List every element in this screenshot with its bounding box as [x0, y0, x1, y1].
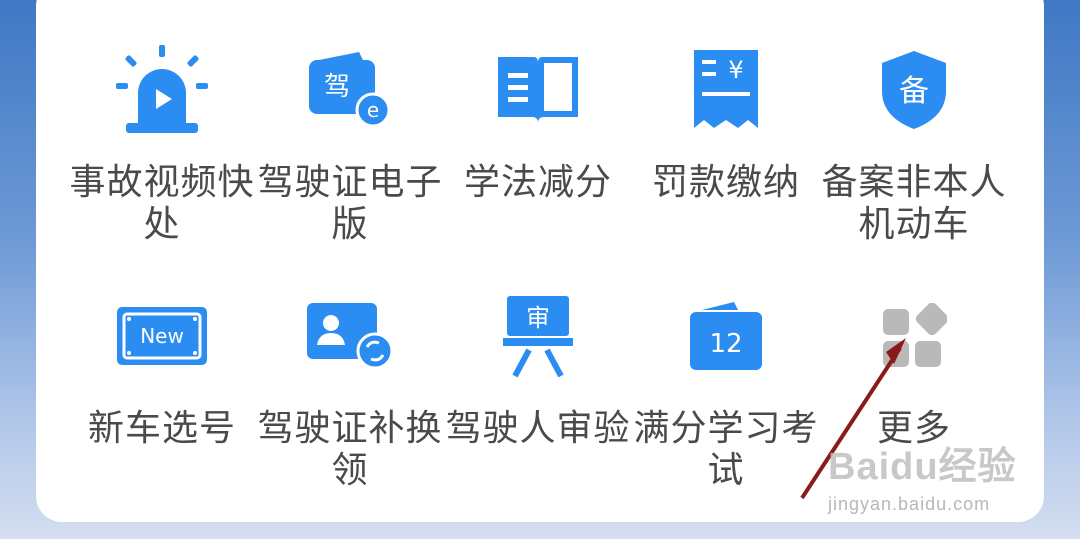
svg-text:e: e: [367, 98, 379, 122]
services-card: 事故视频快处 驾 e 驾驶证电子版 学法减分 ¥ 罚款缴纳 备 备案非本人机动车…: [36, 0, 1044, 522]
service-label: 新车选号: [87, 408, 236, 449]
svg-text:驾: 驾: [324, 72, 350, 102]
calendar-12-icon: 12: [676, 286, 776, 386]
service-label: 驾驶人审验: [445, 408, 631, 449]
service-label: 更多: [876, 408, 951, 449]
service-accident-video[interactable]: 事故视频快处: [68, 40, 256, 246]
watermark: Baidu经验 jingyan.baidu.com: [828, 447, 1028, 527]
service-license-renew[interactable]: 驾驶证补换领: [256, 286, 444, 492]
svg-text:¥: ¥: [728, 56, 743, 84]
service-label: 满分学习考试: [633, 408, 819, 491]
service-new-plate[interactable]: New 新车选号: [68, 286, 256, 450]
service-label: 驾驶证补换领: [257, 408, 443, 491]
svg-text:New: New: [140, 324, 184, 348]
watermark-url: jingyan.baidu.com: [828, 494, 991, 514]
service-label: 驾驶证电子版: [257, 162, 443, 245]
svg-text:备: 备: [899, 74, 929, 109]
watermark-brand: Baidu经验: [828, 446, 1017, 488]
service-vehicle-filing[interactable]: 备 备案非本人机动车: [820, 40, 1008, 246]
fine-receipt-icon: ¥: [676, 40, 776, 140]
siren-video-icon: [112, 40, 212, 140]
service-label: 备案非本人机动车: [821, 162, 1007, 245]
service-law-study[interactable]: 学法减分: [444, 40, 632, 204]
e-license-icon: 驾 e: [300, 40, 400, 140]
service-e-license[interactable]: 驾 e 驾驶证电子版: [256, 40, 444, 246]
license-renew-icon: [300, 286, 400, 386]
service-label: 学法减分: [463, 162, 612, 203]
service-fine-payment[interactable]: ¥ 罚款缴纳: [632, 40, 820, 204]
svg-text:审: 审: [526, 304, 550, 332]
more-grid-icon: [864, 286, 964, 386]
service-full-score-exam[interactable]: 12 满分学习考试: [632, 286, 820, 492]
shield-filing-icon: 备: [864, 40, 964, 140]
service-label: 事故视频快处: [69, 162, 255, 245]
svg-text:12: 12: [709, 329, 742, 359]
service-driver-review[interactable]: 审 驾驶人审验: [444, 286, 632, 450]
open-book-icon: [488, 40, 588, 140]
review-board-icon: 审: [488, 286, 588, 386]
service-more[interactable]: 更多: [820, 286, 1008, 450]
service-label: 罚款缴纳: [651, 162, 800, 203]
new-plate-icon: New: [112, 286, 212, 386]
services-grid: 事故视频快处 驾 e 驾驶证电子版 学法减分 ¥ 罚款缴纳 备 备案非本人机动车…: [36, 0, 1044, 522]
